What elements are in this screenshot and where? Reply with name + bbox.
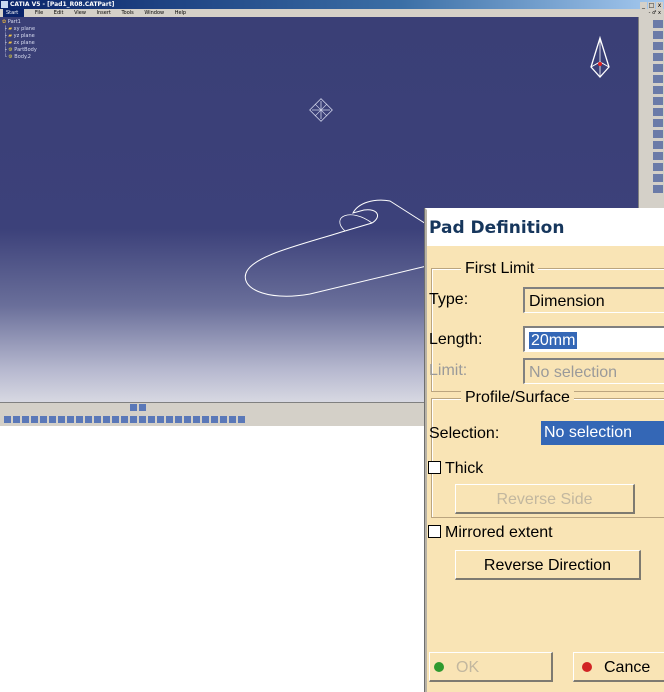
length-label: Length: <box>429 331 483 348</box>
formula-icon[interactable] <box>85 416 92 423</box>
window-title: CATIA V5 - [Pad1_R08.CATPart] <box>10 1 115 8</box>
toolbar-icon[interactable] <box>653 174 663 182</box>
menu-view[interactable]: View <box>74 10 86 16</box>
axis-system-icon <box>309 98 333 122</box>
normal-view-icon[interactable] <box>193 416 200 423</box>
thick-checkbox[interactable]: Thick <box>428 460 483 478</box>
zoom-in-icon[interactable] <box>175 416 182 423</box>
toolbar-icon[interactable] <box>130 416 137 423</box>
toolbar-icon[interactable] <box>653 163 663 171</box>
new-icon[interactable] <box>4 416 11 423</box>
selection-label: Selection: <box>429 425 500 442</box>
ok-status-icon <box>434 662 444 672</box>
menu-insert[interactable]: Insert <box>97 10 111 16</box>
pad-definition-dialog: Pad Definition First Limit Type: Dimensi… <box>425 208 664 692</box>
profile-surface-legend: Profile/Surface <box>461 389 574 407</box>
ok-label: OK <box>456 659 480 676</box>
length-value: 20mm <box>529 332 578 349</box>
toolbar-icon[interactable] <box>653 141 663 149</box>
zoom-out-icon[interactable] <box>184 416 191 423</box>
catia-app-icon <box>1 1 8 8</box>
save-icon[interactable] <box>22 416 29 423</box>
paste-icon[interactable] <box>58 416 65 423</box>
cancel-button[interactable]: Cance <box>573 652 664 682</box>
copy-icon[interactable] <box>49 416 56 423</box>
toolbar-icon[interactable] <box>653 53 663 61</box>
toolbar-icon[interactable] <box>653 152 663 160</box>
menu-help[interactable]: Help <box>175 10 186 16</box>
dialog-button-bar: OK Cance <box>427 644 664 692</box>
dialog-title[interactable]: Pad Definition <box>427 210 664 246</box>
help-icon[interactable] <box>76 416 83 423</box>
toolbar-icon[interactable] <box>653 20 663 28</box>
toolbar-icon[interactable] <box>653 86 663 94</box>
swap-visible-icon[interactable] <box>229 416 236 423</box>
first-limit-legend: First Limit <box>461 260 539 278</box>
toolbar-icon[interactable] <box>653 130 663 138</box>
print-icon[interactable] <box>31 416 38 423</box>
menu-window[interactable]: Window <box>144 10 164 16</box>
cancel-label: Cance <box>604 659 651 676</box>
menu-start[interactable]: Start <box>3 9 25 17</box>
compass-icon[interactable] <box>590 35 610 78</box>
thick-label: Thick <box>445 460 484 477</box>
ok-button[interactable]: OK <box>429 652 553 682</box>
pan-icon[interactable] <box>157 416 164 423</box>
close-button[interactable]: x <box>656 2 663 9</box>
reverse-side-button[interactable]: Reverse Side <box>455 484 635 514</box>
toolbar-icon[interactable] <box>112 416 119 423</box>
maximize-button[interactable]: □ <box>648 2 655 9</box>
toolbar-icon[interactable] <box>121 416 128 423</box>
toolbar-icon[interactable] <box>653 108 663 116</box>
toolbar-icon[interactable] <box>103 416 110 423</box>
limit-label: Limit: <box>429 362 468 379</box>
minimize-button[interactable]: _ <box>640 2 647 9</box>
toolbar-icon[interactable] <box>653 42 663 50</box>
toolbar-icon[interactable] <box>94 416 101 423</box>
undo-icon[interactable] <box>67 416 74 423</box>
toolbar-icon[interactable] <box>238 416 245 423</box>
document-window-controls[interactable]: - ♂ x <box>649 9 661 17</box>
toolbar-icon[interactable] <box>653 185 663 193</box>
render-style-icon[interactable] <box>211 416 218 423</box>
toolbar-icon[interactable] <box>130 404 137 411</box>
profile-selection-field[interactable]: No selection <box>541 421 664 445</box>
fit-all-icon[interactable] <box>148 416 155 423</box>
type-label: Type: <box>429 291 469 308</box>
mirrored-extent-label: Mirrored extent <box>445 524 553 541</box>
cut-icon[interactable] <box>40 416 47 423</box>
mirrored-extent-checkbox-box[interactable] <box>428 525 441 538</box>
toolbar-icon[interactable] <box>653 31 663 39</box>
rotate-icon[interactable] <box>166 416 173 423</box>
fly-icon[interactable] <box>139 416 146 423</box>
open-icon[interactable] <box>13 416 20 423</box>
limit-field[interactable]: No selection <box>523 358 664 384</box>
toolbar-icon[interactable] <box>653 97 663 105</box>
toolbar-icon[interactable] <box>653 64 663 72</box>
type-dropdown[interactable]: Dimension <box>523 287 664 313</box>
views-icon[interactable] <box>202 416 209 423</box>
menu-edit[interactable]: Edit <box>54 10 64 16</box>
menu-tools[interactable]: Tools <box>121 10 133 16</box>
toolbar-icon[interactable] <box>653 75 663 83</box>
mirrored-extent-checkbox[interactable]: Mirrored extent <box>428 524 553 542</box>
cancel-status-icon <box>582 662 592 672</box>
menu-file[interactable]: File <box>35 10 43 16</box>
title-bar[interactable]: CATIA V5 - [Pad1_R08.CATPart] _ □ x <box>0 0 664 9</box>
toolbar-icon[interactable] <box>139 404 146 411</box>
reverse-direction-button[interactable]: Reverse Direction <box>455 550 641 580</box>
length-input[interactable]: 20mm <box>523 326 664 352</box>
hide-show-icon[interactable] <box>220 416 227 423</box>
menu-bar: Start File Edit View Insert Tools Window… <box>0 9 664 17</box>
thick-checkbox-box[interactable] <box>428 461 441 474</box>
toolbar-icon[interactable] <box>653 119 663 127</box>
